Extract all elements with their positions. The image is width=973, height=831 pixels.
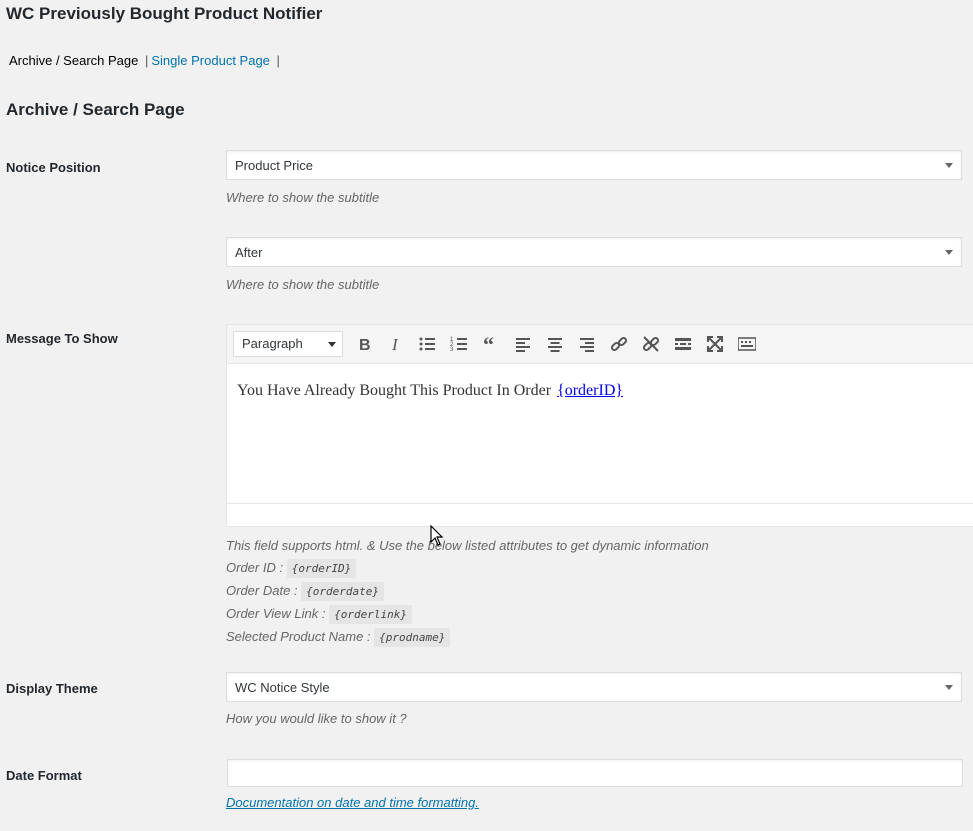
display-theme-description: How you would like to show it ? [226,711,407,726]
notice-placement-select[interactable]: After [226,237,962,267]
align-center-icon[interactable] [544,333,566,355]
message-editor: Paragraph B I 123 “ You Have Already Bou… [226,324,973,527]
orderid-link[interactable]: {orderID} [557,382,623,399]
align-right-icon[interactable] [576,333,598,355]
message-label: Message To Show [6,331,118,346]
page-title: WC Previously Bought Product Notifier [6,4,323,23]
fullscreen-icon[interactable] [704,333,726,355]
tab-archive-search[interactable]: Archive / Search Page [9,53,138,68]
attr-label: Order View Link : [226,606,326,621]
notice-position-description: Where to show the subtitle [226,190,380,205]
numbered-list-icon[interactable]: 123 [448,333,470,355]
caret-down-icon [328,342,336,347]
editor-toolbar: Paragraph B I 123 “ [227,325,973,364]
align-left-icon[interactable] [512,333,534,355]
unlink-icon[interactable] [640,333,662,355]
bold-icon[interactable]: B [353,333,375,355]
display-theme-label: Display Theme [6,681,98,696]
chevron-down-icon [945,163,953,168]
display-theme-select[interactable]: WC Notice Style [226,672,962,702]
notice-position-select[interactable]: Product Price [226,150,962,180]
bullet-list-icon[interactable] [416,333,438,355]
date-format-label: Date Format [6,768,82,783]
help-intro: This field supports html. & Use the belo… [226,538,709,553]
format-select[interactable]: Paragraph [233,331,343,357]
chevron-down-icon [945,685,953,690]
attr-code: {prodname} [374,628,451,647]
settings-tabs: Archive / Search Page | Single Product Pa… [9,53,283,68]
attr-code: {orderdate} [301,582,385,601]
italic-icon[interactable]: I [384,333,406,355]
date-format-input[interactable] [227,759,963,787]
notice-placement-value: After [235,245,263,260]
date-format-doc-link[interactable]: Documentation on date and time formattin… [226,795,479,810]
display-theme-value: WC Notice Style [235,680,330,695]
attr-label: Selected Product Name : [226,629,371,644]
attr-code: {orderlink} [329,605,412,624]
editor-content[interactable]: You Have Already Bought This Product In … [237,382,623,400]
tab-single-product[interactable]: Single Product Page [151,53,270,68]
link-icon[interactable] [608,333,630,355]
attr-label: Order ID : [226,560,284,575]
svg-text:B: B [359,337,371,353]
format-select-value: Paragraph [242,336,303,351]
section-title: Archive / Search Page [6,100,185,119]
blockquote-icon[interactable]: “ [480,333,502,355]
svg-text:I: I [391,335,399,353]
editor-content-text: You Have Already Bought This Product In … [237,382,552,399]
attr-label: Order Date : [226,583,298,598]
notice-position-value: Product Price [235,158,314,173]
mouse-cursor-icon [430,525,444,546]
tab-separator: | [276,53,280,68]
message-help: This field supports html. & Use the belo… [226,535,709,649]
attr-row: Order Date : {orderdate} [226,580,709,603]
tab-separator: | [144,53,149,68]
editor-statusbar [227,503,973,526]
notice-position-label: Notice Position [6,160,101,175]
chevron-down-icon [945,250,953,255]
svg-text:3: 3 [450,347,454,353]
attr-row: Order View Link : {orderlink} [226,603,709,626]
attr-code: {orderID} [286,559,357,578]
attr-row: Order ID : {orderID} [226,557,709,580]
notice-placement-description: Where to show the subtitle [226,277,380,292]
read-more-icon[interactable] [672,333,694,355]
attr-row: Selected Product Name : {prodname} [226,626,709,649]
toolbar-toggle-icon[interactable] [736,333,758,355]
svg-text:“: “ [483,335,494,353]
